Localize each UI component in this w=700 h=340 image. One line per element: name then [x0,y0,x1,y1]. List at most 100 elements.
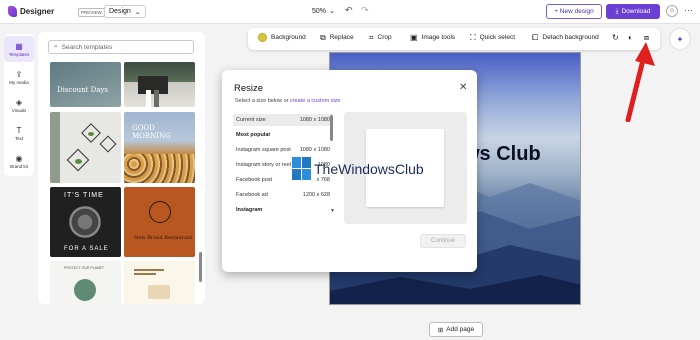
subtitle-text: Select a size below or [235,98,289,104]
continue-button[interactable]: Continue [420,234,466,248]
photo-house [138,76,168,94]
brand-icon: ◉ [15,153,23,163]
nav-visuals[interactable]: ◈ Visuals [4,92,34,118]
download-label: Download [621,8,651,15]
design-dropdown-label: Design [109,8,131,15]
plant-leaf [75,159,82,164]
size-list-scrollbar[interactable] [330,115,333,141]
size-option[interactable]: Instagram square post 1080 x 1080 [233,144,333,156]
annotation-arrow-icon [625,42,655,122]
plant-leaf [88,132,94,136]
text-line [134,269,164,271]
toolbar-label: Image tools [421,34,456,41]
earth-illustration [74,279,96,301]
template-icon: ▦ [15,41,23,51]
template-title: GOOD MORNING [132,124,171,140]
group-name: Most popular [236,132,271,138]
restaurant-emblem [149,201,171,223]
flower-field [124,154,195,183]
search-input[interactable]: ⌕ Search templates [48,40,194,54]
template-title: IT'S TIME [64,192,104,199]
scroll-down-icon[interactable]: ▼ [330,208,335,214]
nav-label: Brand kit [10,163,28,169]
template-subtitle: FOR A SALE [64,246,109,252]
replace-icon: ⧉ [320,33,326,42]
nav-brand-kit[interactable]: ◉ Brand kit [4,148,34,174]
template-thumbnail[interactable]: GOOD MORNING [124,112,195,183]
template-thumbnail[interactable] [124,62,195,107]
nav-text[interactable]: T Text [4,120,34,146]
template-thumbnail[interactable]: New Brand Restaurant [124,187,195,257]
plant-frame [99,135,117,153]
replace-button[interactable]: ⧉ Replace [320,33,354,42]
add-page-button[interactable]: ⊞ Add page [429,322,483,337]
custom-size-link[interactable]: create a custom size [290,98,340,104]
template-thumbnail[interactable]: IT'S TIME FOR A SALE [50,187,121,257]
redo-icon[interactable]: ↷ [361,5,369,16]
upload-icon: ⇪ [15,69,23,79]
group-name: Instagram [236,207,263,213]
size-name: Current size [236,117,266,123]
size-value: 1080 x 1080 [299,117,330,123]
magic-ideas-icon[interactable]: ✦ [669,28,691,50]
nav-my-media[interactable]: ⇪ My media [4,64,34,90]
chevron-down-icon: ⌄ [134,8,141,16]
photo-person [146,90,151,107]
size-option-current[interactable]: Current size 1080 x 1080 [233,114,333,126]
image-tools-button[interactable]: ▣ Image tools [410,33,455,42]
nav-templates[interactable]: ▦ Templates [4,36,34,62]
size-option[interactable]: Facebook ad 1200 x 628 [233,189,333,201]
template-thumbnail[interactable] [124,261,195,304]
watermark: TheWindowsClub [292,157,424,181]
undo-icon[interactable]: ↶ [345,5,353,16]
template-title: PROTECT OUR PLANET [64,266,104,270]
nav-label: Templates [8,51,30,57]
app-logo[interactable]: Designer [8,6,54,17]
detach-icon: ⧠ [532,33,539,42]
left-navigation: ▦ Templates ⇪ My media ◈ Visuals T Text … [4,34,34,176]
template-thumbnail[interactable] [50,112,121,183]
size-value: 1200 x 628 [302,192,330,198]
zoom-value: 50% [312,7,327,15]
add-page-label: Add page [446,326,475,333]
size-value: 1080 x 1080 [299,147,330,153]
side-stripe [50,112,60,183]
quick-select-icon: ⛶ [470,33,476,42]
context-toolbar: Background ⧉ Replace ⌗ Crop ▣ Image tool… [248,28,660,50]
image-tools-icon: ▣ [410,33,418,42]
watch-dial [68,205,102,239]
templates-scrollbar[interactable] [199,252,202,282]
nav-label: My media [9,79,29,85]
account-icon[interactable]: ☺ [666,5,678,17]
windows-logo-icon [292,157,312,181]
download-button[interactable]: ⤓ Download [606,4,660,19]
toolbar-label: Background [271,34,306,41]
size-name: Instagram story or reel [236,162,292,168]
template-thumbnail[interactable]: PROTECT OUR PLANET [50,261,121,304]
illustration [148,285,170,299]
text-icon: T [16,125,22,135]
preview-badge: PREVIEW [78,8,105,17]
plus-icon: ⊞ [437,326,444,334]
zoom-control[interactable]: 50% ⌄ [312,7,335,16]
toolbar-label: Crop [377,34,392,41]
dialog-title: Resize [234,83,264,94]
design-dropdown[interactable]: Design ⌄ [104,5,146,18]
close-icon[interactable]: ✕ [459,82,467,93]
crop-icon: ⌗ [369,33,374,42]
new-design-button[interactable]: + New design [546,4,602,19]
download-icon: ⤓ [615,7,619,15]
visuals-icon: ◈ [15,97,23,107]
quick-select-button[interactable]: ⛶ Quick select [470,33,515,42]
size-name: Instagram square post [236,147,291,153]
crop-button[interactable]: ⌗ Crop [369,33,392,42]
more-menu-icon[interactable]: ⋯ [684,5,693,16]
size-group-header[interactable]: Instagram [233,204,333,216]
designer-logo-icon [8,6,17,17]
template-thumbnail[interactable]: Discount Days [50,62,121,107]
background-button[interactable]: Background [258,33,306,42]
toolbar-label: Detach background [542,34,599,41]
detach-background-button[interactable]: ⧠ Detach background [532,33,599,42]
color-swatch-icon [258,33,267,42]
photo-person [154,90,159,107]
